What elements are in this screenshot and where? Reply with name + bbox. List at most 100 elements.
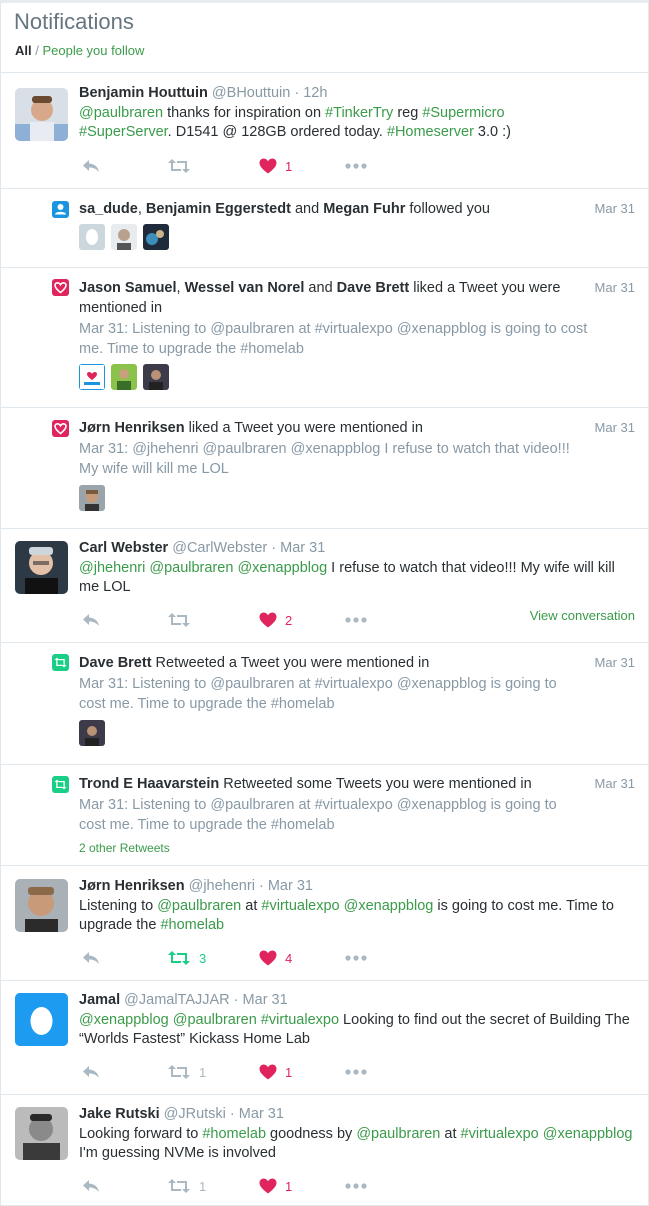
user-name[interactable]: Wessel van Norel xyxy=(185,280,305,296)
tweet-item[interactable]: Jørn Henriksen @jhehenri · Mar 31 Listen… xyxy=(1,866,648,981)
more-button[interactable] xyxy=(345,1176,367,1196)
like-button[interactable]: 1 xyxy=(259,156,292,176)
avatar[interactable] xyxy=(79,720,105,746)
view-conversation-link[interactable]: View conversation xyxy=(530,608,635,623)
tweet-item[interactable]: Jake Rutski @JRutski · Mar 31 Looking fo… xyxy=(1,1095,648,1205)
mention-link[interactable]: @xenappblog xyxy=(397,321,487,337)
mention-link[interactable]: @paulbraren xyxy=(203,441,287,457)
hashtag-link[interactable]: #Supermicro xyxy=(422,105,504,121)
hashtag-link[interactable]: #virtualexpo xyxy=(261,1012,339,1028)
like-button[interactable]: 4 xyxy=(259,948,292,968)
retweet-button[interactable]: 1 xyxy=(167,1176,206,1196)
like-notification[interactable]: Jørn Henriksen liked a Tweet you were me… xyxy=(1,408,648,529)
more-button[interactable] xyxy=(345,610,367,630)
mention-link[interactable]: @xenappblog xyxy=(397,676,487,692)
avatar[interactable] xyxy=(15,1107,68,1160)
tweet-time[interactable]: Mar 31 xyxy=(239,1106,284,1122)
hashtag-link[interactable]: #homelab xyxy=(271,817,335,833)
mention-link[interactable]: @paulbraren xyxy=(210,676,294,692)
hashtag-link[interactable]: #homelab xyxy=(202,1126,266,1142)
like-button[interactable]: 2 xyxy=(259,610,292,630)
retweet-notification[interactable]: Trond E Haavarstein Retweeted some Tweet… xyxy=(1,765,648,866)
avatar[interactable] xyxy=(143,224,169,250)
mention-link[interactable]: @xenappblog xyxy=(291,441,381,457)
tweet-time[interactable]: 12h xyxy=(303,85,327,101)
retweet-button[interactable] xyxy=(167,156,191,176)
avatar[interactable] xyxy=(79,224,105,250)
tweet-item[interactable]: Benjamin Houttuin @BHouttuin · 12h @paul… xyxy=(1,74,648,189)
author-handle[interactable]: @BHouttuin xyxy=(212,85,290,101)
avatar[interactable] xyxy=(15,541,68,594)
reply-button[interactable] xyxy=(81,948,101,968)
mention-link[interactable]: @paulbraren xyxy=(210,321,294,337)
author-name[interactable]: Carl Webster xyxy=(79,540,168,556)
mention-link[interactable]: @paulbraren xyxy=(173,1012,257,1028)
hashtag-link[interactable]: #virtualexpo xyxy=(461,1126,539,1142)
user-name[interactable]: sa_dude xyxy=(79,201,138,217)
reply-button[interactable] xyxy=(81,1062,101,1082)
quoted-tweet-text[interactable]: Mar 31: @jhehenri @paulbraren @xenappblo… xyxy=(79,440,578,479)
reply-button[interactable] xyxy=(81,1176,101,1196)
tweet-item[interactable]: Carl Webster @CarlWebster · Mar 31 @jheh… xyxy=(1,529,648,643)
hashtag-link[interactable]: #virtualexpo xyxy=(315,797,393,813)
avatar[interactable] xyxy=(111,224,137,250)
hashtag-link[interactable]: #SuperServer xyxy=(79,124,168,140)
avatar[interactable] xyxy=(15,879,68,932)
other-retweets-link[interactable]: 2 other Retweets xyxy=(79,841,638,855)
tweet-item[interactable]: Jamal @JamalTAJJAR · Mar 31 @xenappblog … xyxy=(1,981,648,1095)
avatar[interactable] xyxy=(143,364,169,390)
hashtag-link[interactable]: #homelab xyxy=(160,917,224,933)
mention-link[interactable]: @paulbraren xyxy=(149,560,233,576)
tweet-time[interactable]: Mar 31 xyxy=(243,992,288,1008)
author-handle[interactable]: @jhehenri xyxy=(189,878,255,894)
hashtag-link[interactable]: #homelab xyxy=(271,696,335,712)
user-name[interactable]: Dave Brett xyxy=(79,655,152,671)
user-name[interactable]: Jørn Henriksen xyxy=(79,420,185,436)
mention-link[interactable]: @jhehenri xyxy=(79,560,145,576)
avatar[interactable] xyxy=(111,364,137,390)
user-name[interactable]: Megan Fuhr xyxy=(323,201,405,217)
author-name[interactable]: Benjamin Houttuin xyxy=(79,85,208,101)
mention-link[interactable]: @paulbraren xyxy=(210,797,294,813)
hashtag-link[interactable]: #virtualexpo xyxy=(261,898,339,914)
user-name[interactable]: Trond E Haavarstein xyxy=(79,776,219,792)
quoted-tweet-text[interactable]: Mar 31: Listening to @paulbraren at #vir… xyxy=(79,675,558,714)
retweet-notification[interactable]: Dave Brett Retweeted a Tweet you were me… xyxy=(1,643,648,765)
filter-people-you-follow[interactable]: People you follow xyxy=(42,43,144,58)
filter-all[interactable]: All xyxy=(15,43,32,58)
author-handle[interactable]: @CarlWebster xyxy=(172,540,267,556)
more-button[interactable] xyxy=(345,156,367,176)
mention-link[interactable]: @paulbraren xyxy=(157,898,241,914)
hashtag-link[interactable]: #Homeserver xyxy=(387,124,474,140)
mention-link[interactable]: @xenappblog xyxy=(79,1012,169,1028)
avatar[interactable] xyxy=(79,364,105,390)
mention-link[interactable]: @xenappblog xyxy=(344,898,434,914)
quoted-tweet-text[interactable]: Mar 31: Listening to @paulbraren at #vir… xyxy=(79,320,588,359)
mention-link[interactable]: @xenappblog xyxy=(543,1126,633,1142)
tweet-time[interactable]: Mar 31 xyxy=(268,878,313,894)
mention-link[interactable]: @paulbraren xyxy=(356,1126,440,1142)
user-name[interactable]: Jason Samuel xyxy=(79,280,177,296)
mention-link[interactable]: @xenappblog xyxy=(237,560,327,576)
tweet-time[interactable]: Mar 31 xyxy=(280,540,325,556)
mention-link[interactable]: @paulbraren xyxy=(79,105,163,121)
retweet-button[interactable]: 3 xyxy=(167,948,206,968)
retweet-button[interactable]: 1 xyxy=(167,1062,206,1082)
more-button[interactable] xyxy=(345,948,367,968)
hashtag-link[interactable]: #virtualexpo xyxy=(315,321,393,337)
avatar[interactable] xyxy=(15,88,68,141)
user-name[interactable]: Benjamin Eggerstedt xyxy=(146,201,291,217)
mention-link[interactable]: @jhehenri xyxy=(132,441,198,457)
author-name[interactable]: Jamal xyxy=(79,992,120,1008)
hashtag-link[interactable]: #TinkerTry xyxy=(325,105,393,121)
quoted-tweet-text[interactable]: Mar 31: Listening to @paulbraren at #vir… xyxy=(79,796,558,835)
author-handle[interactable]: @JamalTAJJAR xyxy=(124,992,230,1008)
user-name[interactable]: Dave Brett xyxy=(337,280,410,296)
author-name[interactable]: Jake Rutski xyxy=(79,1106,160,1122)
follow-notification[interactable]: sa_dude, Benjamin Eggerstedt and Megan F… xyxy=(1,189,648,268)
more-button[interactable] xyxy=(345,1062,367,1082)
hashtag-link[interactable]: #homelab xyxy=(240,341,304,357)
reply-button[interactable] xyxy=(81,156,101,176)
like-notification[interactable]: Jason Samuel, Wessel van Norel and Dave … xyxy=(1,268,648,408)
mention-link[interactable]: @xenappblog xyxy=(397,797,487,813)
